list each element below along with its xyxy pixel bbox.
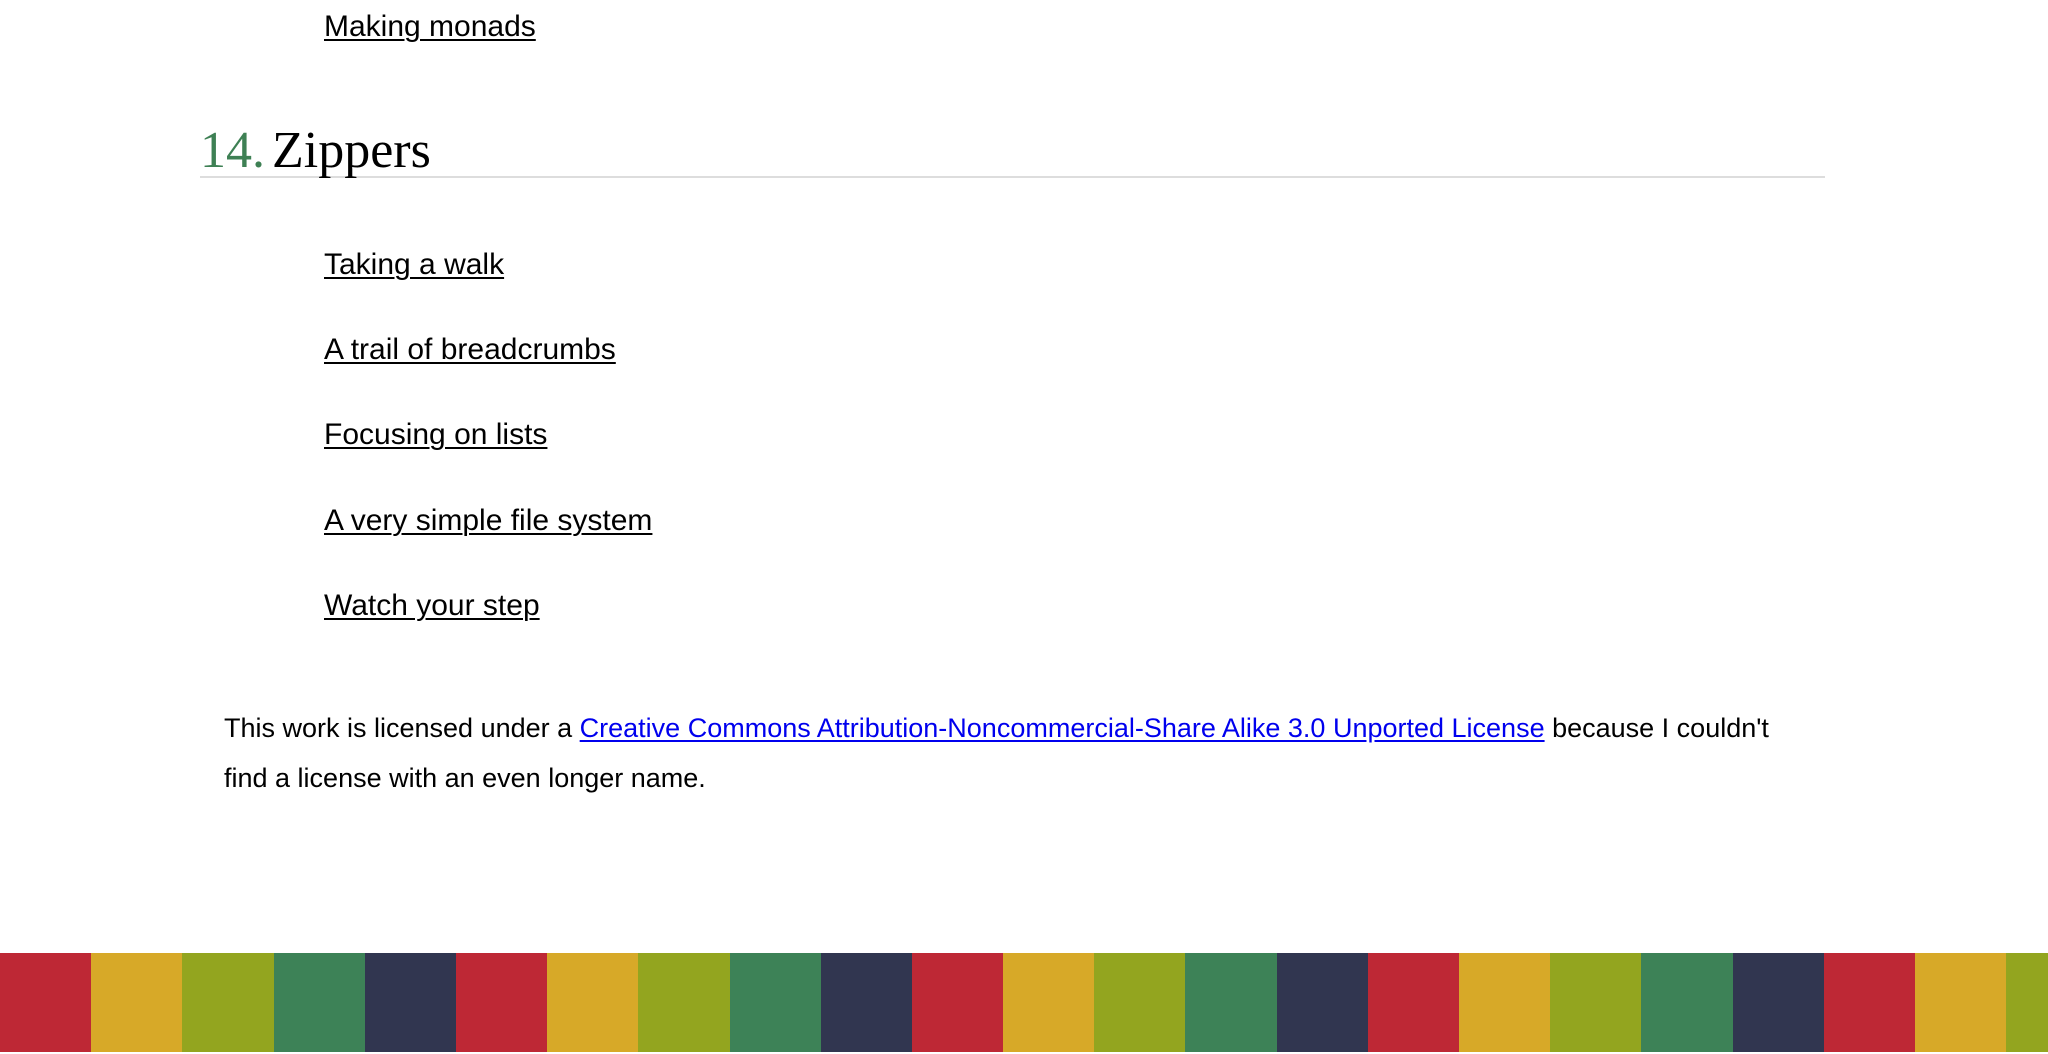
footer-color-stripe [0, 953, 2048, 1052]
stripe-block [1732, 953, 1824, 1052]
toc-link-taking-a-walk[interactable]: Taking a walk [324, 248, 504, 282]
stripe-block [455, 953, 548, 1052]
stripe-block [1003, 953, 1095, 1052]
stripe-block [1367, 953, 1459, 1052]
stripe-block [91, 953, 183, 1052]
toc-link-watch-your-step[interactable]: Watch your step [324, 589, 540, 623]
stripe-block [1641, 953, 1733, 1052]
stripe-block [1094, 953, 1186, 1052]
license-prefix: This work is licensed under a [224, 713, 580, 743]
stripe-block [364, 953, 456, 1052]
toc-link-focusing-on-lists[interactable]: Focusing on lists [324, 418, 547, 452]
stripe-block [1276, 953, 1368, 1052]
toc-link-trail-of-breadcrumbs[interactable]: A trail of breadcrumbs [324, 333, 616, 367]
stripe-block [729, 953, 821, 1052]
stripe-block [2006, 953, 2048, 1052]
stripe-block [638, 953, 730, 1052]
stripe-block [273, 953, 365, 1052]
license-notice: This work is licensed under a Creative C… [224, 703, 1784, 803]
stripe-block [1823, 953, 1915, 1052]
license-link[interactable]: Creative Commons Attribution-Noncommerci… [580, 713, 1545, 743]
stripe-block [1914, 953, 2007, 1052]
stripe-block [182, 953, 274, 1052]
stripe-block [911, 953, 1004, 1052]
page-content: Making monads 14. Zippers Taking a walk … [0, 0, 2048, 953]
toc-link-simple-file-system[interactable]: A very simple file system [324, 504, 652, 538]
stripe-block [0, 953, 92, 1052]
toc-link-making-monads[interactable]: Making monads [324, 10, 536, 44]
stripe-block [1550, 953, 1642, 1052]
stripe-block [1459, 953, 1551, 1052]
stripe-block [1185, 953, 1277, 1052]
stripe-block [547, 953, 639, 1052]
stripe-block [820, 953, 912, 1052]
chapter-title[interactable]: Zippers [272, 118, 431, 184]
chapter-heading: 14. Zippers [200, 118, 1825, 179]
chapter-number: 14. [200, 122, 265, 179]
